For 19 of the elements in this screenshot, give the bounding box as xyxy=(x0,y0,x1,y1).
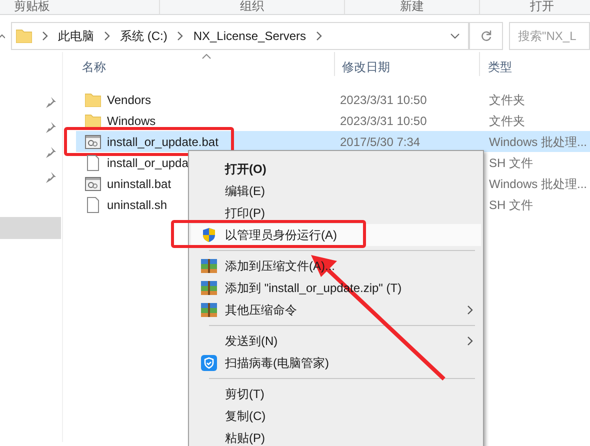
file-name: Vendors xyxy=(107,92,152,108)
ribbon-group-label: 新建 xyxy=(400,0,424,13)
file-type: 文件夹 xyxy=(489,92,525,106)
file-name: uninstall.sh xyxy=(107,196,168,214)
file-name: install_or_update.bat xyxy=(107,134,218,150)
file-type: SH 文件 xyxy=(489,156,534,170)
file-type: Windows 批处理... xyxy=(489,134,588,148)
ribbon-group-label: 组织 xyxy=(240,0,264,13)
ribbon-group-label: 打开 xyxy=(530,0,554,13)
file-name: Windows xyxy=(107,112,156,130)
file-name: install_or_upda xyxy=(107,154,188,172)
file-type: Windows 批处理... xyxy=(489,176,588,190)
file-name: uninstall.bat xyxy=(107,176,172,192)
file-date: 2017/5/30 7:34 xyxy=(340,134,420,148)
file-type: 文件夹 xyxy=(489,114,525,128)
file-date: 2023/3/31 10:50 xyxy=(340,114,427,128)
ribbon-group-label: 剪贴板 xyxy=(14,0,50,13)
file-date: 2023/3/31 10:50 xyxy=(340,92,427,106)
file-type: SH 文件 xyxy=(489,198,534,212)
